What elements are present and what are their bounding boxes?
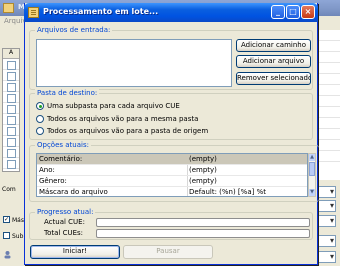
background-combo[interactable] bbox=[318, 235, 336, 247]
grid-row-checkbox[interactable] bbox=[3, 92, 19, 103]
pause-button[interactable]: Pausar bbox=[123, 245, 213, 259]
background-file-grid[interactable]: A bbox=[2, 48, 20, 172]
radio-button[interactable] bbox=[36, 127, 44, 135]
property-key: Máscara do arquivo bbox=[39, 188, 108, 196]
batch-processing-dialog: Processamento em lote... _ □ × Arquivos … bbox=[24, 3, 319, 265]
total-cues-label: Total CUEs: bbox=[44, 229, 84, 237]
current-options-group-title: Opções atuais: bbox=[35, 141, 91, 149]
grid-row-checkbox[interactable] bbox=[3, 158, 19, 169]
background-grid-right bbox=[318, 30, 340, 180]
grid-row-checkbox[interactable] bbox=[3, 114, 19, 125]
radio-label: Todos os arquivos vão para a pasta de or… bbox=[47, 127, 209, 135]
property-value: (empty) bbox=[189, 166, 217, 174]
current-options-group: Opções atuais: Comentário: (empty) Ano: … bbox=[29, 141, 319, 202]
property-value: Default: (%n) [%a] %t bbox=[189, 188, 266, 196]
close-button[interactable]: × bbox=[301, 5, 315, 19]
user-icon[interactable] bbox=[3, 250, 12, 259]
dialog-title: Processamento em lote... bbox=[43, 7, 159, 16]
options-scrollbar[interactable]: ▲ ▼ bbox=[308, 153, 316, 197]
radio-label: Todos os arquivos vão para a mesma pasta bbox=[47, 115, 199, 123]
property-row-year[interactable]: Ano: (empty) bbox=[37, 165, 307, 176]
property-value: (empty) bbox=[189, 177, 217, 185]
property-key: Ano: bbox=[39, 166, 55, 174]
actual-cue-label: Actual CUE: bbox=[44, 218, 85, 226]
input-files-group-title: Arquivos de entrada: bbox=[35, 26, 113, 34]
grid-row-checkbox[interactable] bbox=[3, 81, 19, 92]
current-progress-group: Progresso atual: Actual CUE: Total CUEs: bbox=[29, 208, 313, 240]
progress-group-title: Progresso atual: bbox=[35, 208, 96, 216]
radio-label: Uma subpasta para cada arquivo CUE bbox=[47, 102, 180, 110]
actual-cue-progress-bar bbox=[96, 218, 310, 227]
add-file-button[interactable]: Adicionar arquivo bbox=[236, 55, 311, 68]
input-files-group: Arquivos de entrada: Adicionar caminho A… bbox=[29, 26, 313, 90]
background-combo[interactable] bbox=[318, 200, 336, 212]
property-row-file-mask[interactable]: Máscara do arquivo Default: (%n) [%a] %t bbox=[37, 187, 307, 196]
minimize-button[interactable]: _ bbox=[271, 5, 285, 19]
grid-row-checkbox[interactable] bbox=[3, 70, 19, 81]
property-row-comment[interactable]: Comentário: (empty) bbox=[37, 154, 307, 165]
background-checkbox-sub[interactable] bbox=[3, 232, 10, 239]
background-checkbox-mas[interactable]: ✓ bbox=[3, 216, 10, 223]
destination-group-title: Pasta de destino: bbox=[35, 89, 100, 97]
grid-header: A bbox=[3, 49, 19, 59]
background-combo[interactable] bbox=[318, 186, 336, 198]
background-label-mas: Más bbox=[12, 217, 24, 224]
scroll-down-icon[interactable]: ▼ bbox=[309, 189, 315, 196]
scroll-up-icon[interactable]: ▲ bbox=[309, 154, 315, 161]
property-value: (empty) bbox=[189, 155, 217, 163]
property-key: Comentário: bbox=[39, 155, 83, 163]
property-row-genre[interactable]: Gênero: (empty) bbox=[37, 176, 307, 187]
radio-button[interactable] bbox=[36, 115, 44, 123]
grid-row-checkbox[interactable] bbox=[3, 103, 19, 114]
grid-row-checkbox[interactable] bbox=[3, 136, 19, 147]
background-combo[interactable] bbox=[318, 215, 336, 227]
background-label-comp: Com bbox=[2, 186, 16, 193]
app-icon bbox=[3, 3, 14, 13]
radio-button[interactable] bbox=[36, 102, 44, 110]
maximize-button[interactable]: □ bbox=[286, 5, 300, 19]
property-key: Gênero: bbox=[39, 177, 67, 185]
batch-icon bbox=[28, 7, 39, 18]
destination-folder-group: Pasta de destino: Uma subpasta para cada… bbox=[29, 89, 313, 140]
add-path-button[interactable]: Adicionar caminho bbox=[236, 39, 311, 52]
background-combo[interactable] bbox=[318, 251, 336, 263]
options-property-list[interactable]: Comentário: (empty) Ano: (empty) Gênero:… bbox=[36, 153, 308, 197]
remove-selected-button[interactable]: Remover selecionados bbox=[236, 72, 311, 85]
grid-row-checkbox[interactable] bbox=[3, 147, 19, 158]
grid-row-checkbox[interactable] bbox=[3, 125, 19, 136]
input-files-list[interactable] bbox=[36, 39, 232, 87]
start-button[interactable]: Iniciar! bbox=[30, 245, 120, 259]
scroll-thumb[interactable] bbox=[309, 162, 315, 176]
background-label-sub: Sub bbox=[12, 233, 24, 240]
dialog-titlebar[interactable]: Processamento em lote... _ □ × bbox=[24, 3, 318, 22]
total-cues-progress-bar bbox=[96, 229, 310, 238]
grid-row-checkbox[interactable] bbox=[3, 59, 19, 70]
